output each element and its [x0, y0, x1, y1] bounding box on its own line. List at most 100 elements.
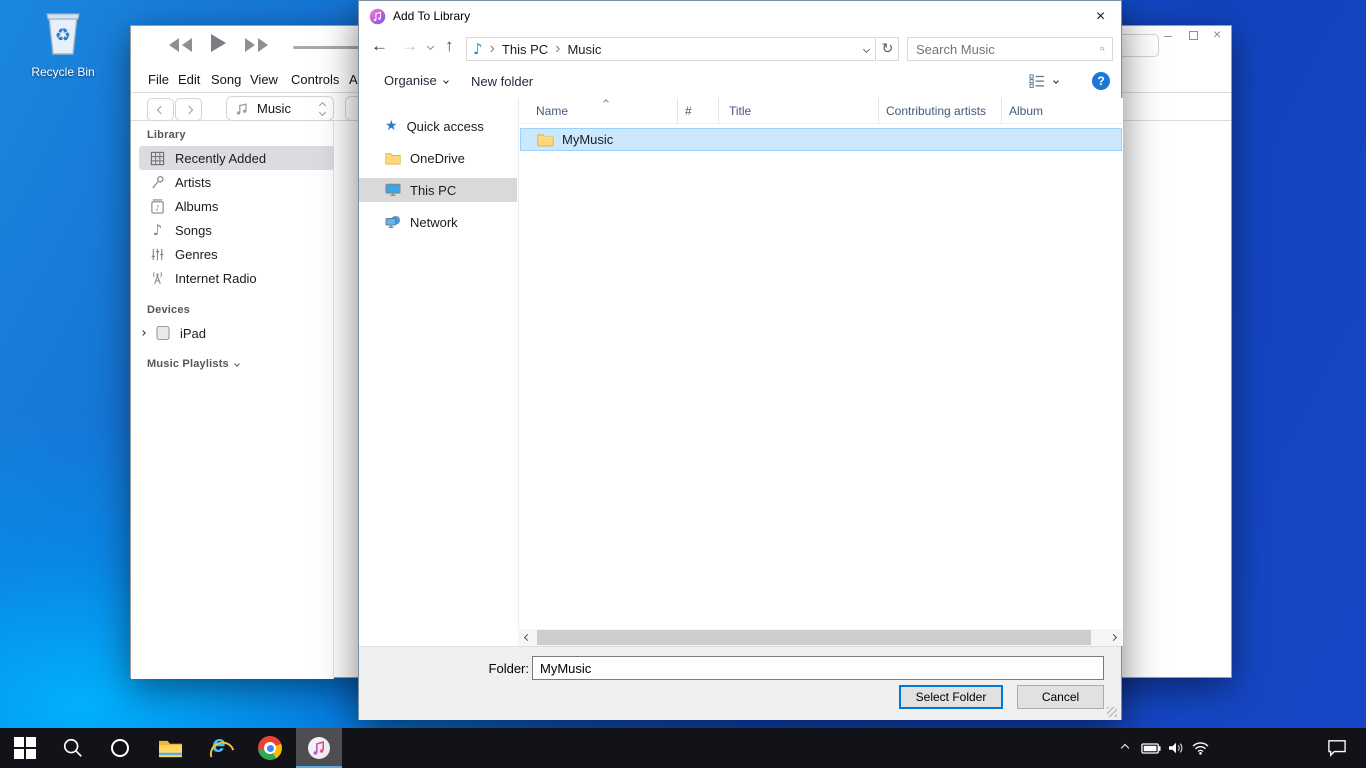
- sidebar-item-label: Internet Radio: [175, 271, 257, 286]
- cortana-icon: [111, 739, 129, 757]
- breadcrumb-this-pc[interactable]: This PC: [502, 42, 548, 57]
- sidebar-item-genres[interactable]: Genres: [139, 242, 334, 266]
- dialog-nav-pane: ★ Quick access OneDrive This PC Network: [359, 98, 517, 629]
- column-number[interactable]: #: [678, 98, 719, 124]
- expand-chevron-icon[interactable]: [140, 330, 146, 336]
- library-header: Library: [147, 129, 186, 141]
- chrome-button[interactable]: [247, 728, 293, 768]
- dialog-command-bar: Organise New folder ?: [359, 65, 1121, 98]
- dialog-titlebar[interactable]: Add To Library ×: [359, 1, 1121, 32]
- chevron-down-icon: [319, 108, 326, 115]
- chevron-left-icon: [156, 105, 164, 113]
- search-icon: [62, 737, 84, 759]
- breadcrumb-music[interactable]: Music: [567, 42, 601, 57]
- wifi-icon[interactable]: [1186, 728, 1214, 768]
- itunes-maximize-button[interactable]: [1189, 31, 1198, 40]
- folder-icon: [385, 152, 401, 165]
- sidebar-item-label: Songs: [175, 223, 212, 238]
- sidebar-item-albums[interactable]: ♪ Albums: [139, 194, 334, 218]
- address-dropdown-chevron[interactable]: [863, 45, 870, 52]
- chevron-up-icon: [319, 101, 326, 108]
- file-explorer-button[interactable]: [147, 728, 193, 768]
- recent-locations-chevron[interactable]: [427, 43, 434, 50]
- file-list: Name # Title Contributing artists Album …: [518, 98, 1123, 629]
- scroll-right-button[interactable]: [1104, 629, 1123, 646]
- sidebar-item-songs[interactable]: ♪ Songs: [139, 218, 334, 242]
- menu-file[interactable]: File: [144, 66, 173, 93]
- file-row-mymusic[interactable]: MyMusic: [520, 128, 1122, 151]
- network-icon: [385, 215, 401, 229]
- nav-item-quick-access[interactable]: ★ Quick access: [359, 114, 517, 138]
- sidebar-item-label: Genres: [175, 247, 218, 262]
- search-box[interactable]: [907, 37, 1113, 61]
- scrollbar-thumb[interactable]: [537, 630, 1091, 645]
- up-button[interactable]: ↑: [445, 35, 454, 57]
- forward-button[interactable]: →: [401, 35, 418, 57]
- chevron-right-icon: [184, 105, 192, 113]
- sort-ascending-icon: [603, 99, 609, 105]
- itunes-minimize-button[interactable]: –: [1164, 27, 1178, 41]
- itunes-close-button[interactable]: ×: [1213, 26, 1221, 42]
- menu-edit[interactable]: Edit: [174, 66, 204, 93]
- media-picker[interactable]: Music: [226, 96, 334, 121]
- new-folder-button[interactable]: New folder: [471, 73, 533, 91]
- view-dropdown-chevron: [1053, 78, 1059, 84]
- playlists-header[interactable]: Music Playlists: [147, 358, 239, 370]
- sidebar-item-recently-added[interactable]: Recently Added: [139, 146, 334, 170]
- recycle-bin-icon: ♻: [40, 8, 86, 58]
- location-music-note-icon: ♪: [473, 42, 483, 57]
- action-center-icon[interactable]: [1320, 728, 1354, 768]
- start-button[interactable]: [2, 728, 48, 768]
- windows-logo-icon: [14, 737, 36, 759]
- cancel-button[interactable]: Cancel: [1017, 685, 1104, 709]
- rewind-button[interactable]: [169, 38, 192, 52]
- itunes-sidebar: Library Recently Added Artists ♪ Albums …: [131, 121, 334, 679]
- dialog-close-button[interactable]: ×: [1078, 1, 1123, 32]
- refresh-button[interactable]: ↻: [877, 37, 899, 61]
- music-note-icon: [235, 102, 249, 116]
- itunes-forward-button[interactable]: [175, 98, 202, 121]
- address-bar[interactable]: ♪ › This PC › Music: [466, 37, 876, 61]
- taskbar: e: [0, 728, 1366, 768]
- itunes-back-button[interactable]: [147, 98, 174, 121]
- nav-item-network[interactable]: Network: [359, 210, 517, 234]
- scroll-left-button[interactable]: [518, 629, 537, 646]
- column-album[interactable]: Album: [1002, 98, 1124, 124]
- organise-button[interactable]: Organise: [384, 73, 448, 88]
- nav-item-this-pc[interactable]: This PC: [359, 178, 517, 202]
- star-icon: ★: [385, 119, 398, 133]
- sidebar-item-artists[interactable]: Artists: [139, 170, 334, 194]
- add-to-library-dialog: Add To Library × ← → ↑ ♪ › This PC › Mus…: [358, 0, 1122, 720]
- sidebar-item-ipad[interactable]: iPad: [139, 321, 334, 345]
- cortana-button[interactable]: [97, 728, 143, 768]
- fast-forward-button[interactable]: [245, 38, 268, 52]
- resize-grip[interactable]: [1107, 707, 1117, 717]
- itunes-taskbar-button[interactable]: [296, 728, 342, 768]
- horizontal-scrollbar[interactable]: [518, 629, 1123, 646]
- back-button[interactable]: ←: [371, 35, 388, 57]
- help-button[interactable]: ?: [1092, 72, 1110, 90]
- recycle-bin[interactable]: ♻ Recycle Bin: [22, 8, 104, 79]
- column-name[interactable]: Name: [519, 98, 678, 124]
- taskbar-search-button[interactable]: [50, 728, 96, 768]
- sidebar-item-label: iPad: [180, 326, 206, 341]
- column-title[interactable]: Title: [719, 98, 879, 124]
- itunes-app-icon: [369, 8, 386, 25]
- internet-explorer-button[interactable]: e: [198, 728, 244, 768]
- column-contributing-artists[interactable]: Contributing artists: [879, 98, 1002, 124]
- view-options-button[interactable]: [1029, 73, 1058, 88]
- select-folder-button[interactable]: Select Folder: [899, 685, 1003, 709]
- nav-item-onedrive[interactable]: OneDrive: [359, 146, 517, 170]
- dialog-footer: Folder: Select Folder Cancel: [359, 646, 1121, 720]
- folder-name-input[interactable]: [532, 656, 1104, 680]
- volume-slider[interactable]: [293, 46, 363, 49]
- menu-view[interactable]: View: [246, 66, 282, 93]
- menu-song[interactable]: Song: [207, 66, 245, 93]
- battery-icon[interactable]: [1138, 728, 1164, 768]
- radio-tower-icon: [149, 271, 166, 286]
- hidden-icons-chevron[interactable]: [1114, 728, 1136, 768]
- menu-controls[interactable]: Controls: [287, 66, 343, 93]
- search-input[interactable]: [908, 42, 1100, 57]
- play-button[interactable]: [211, 34, 226, 57]
- sidebar-item-internet-radio[interactable]: Internet Radio: [139, 266, 334, 290]
